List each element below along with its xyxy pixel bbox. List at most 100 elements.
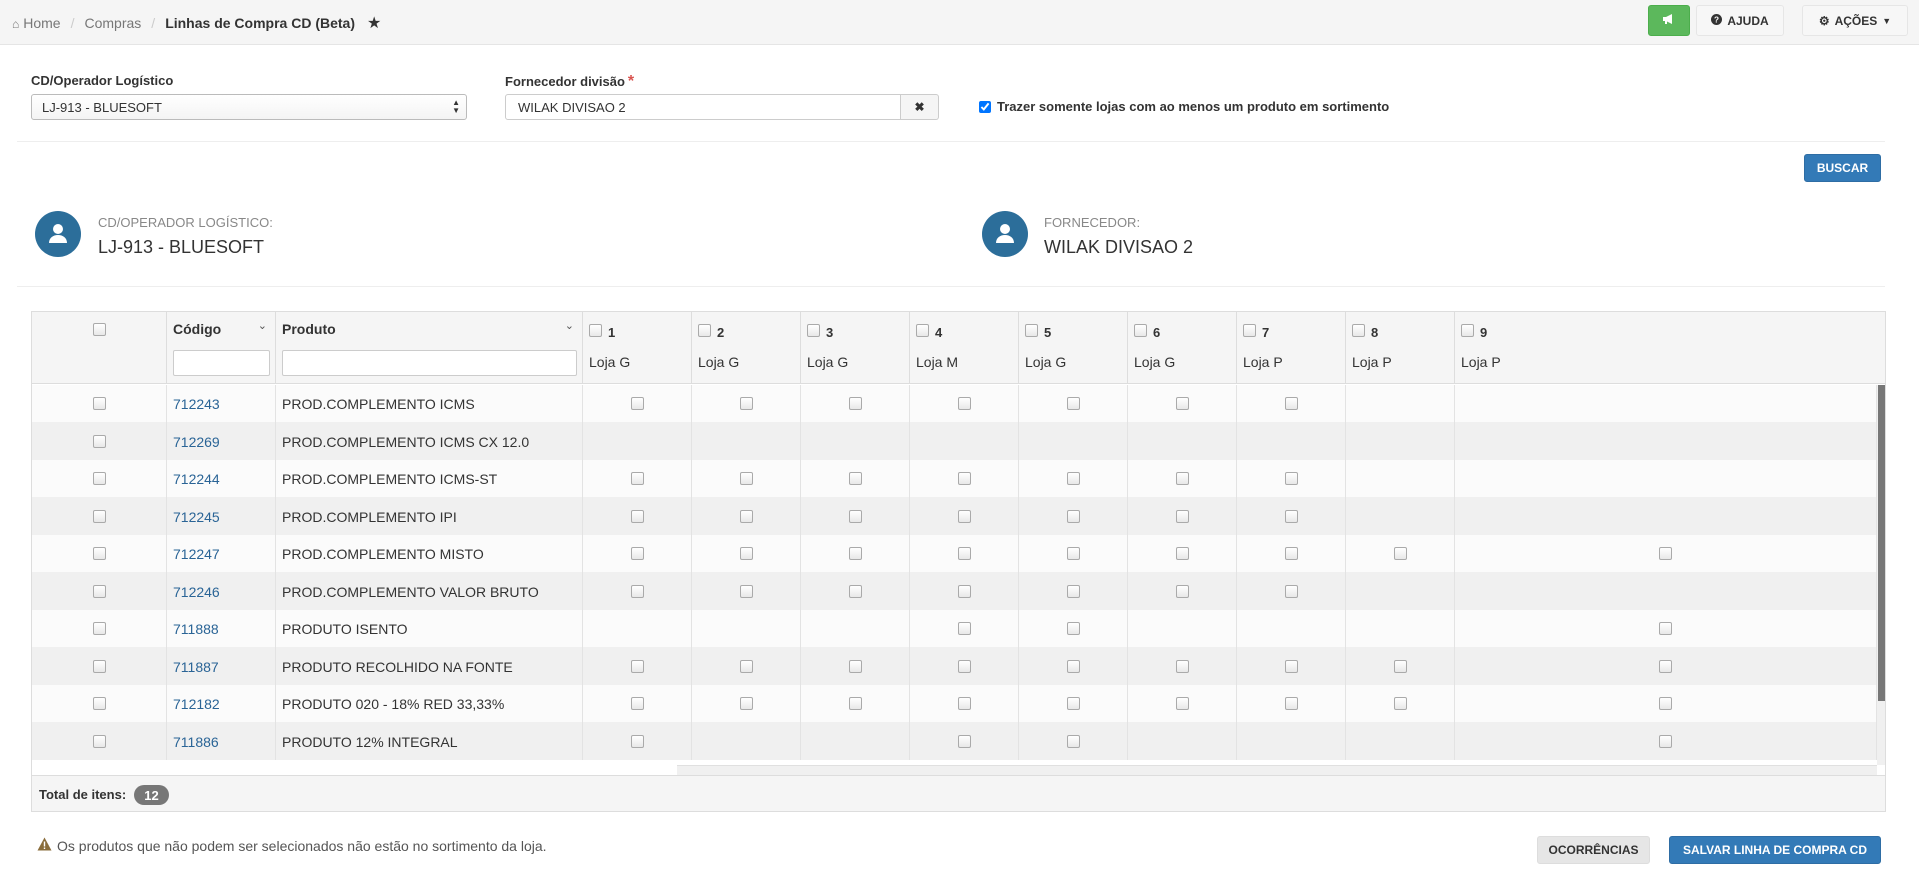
product-code-link[interactable]: 712247 [173, 546, 220, 562]
actions-dropdown-button[interactable]: ⚙ AÇÕES ▼ [1802, 5, 1908, 36]
store-product-checkbox[interactable] [849, 547, 862, 560]
store-product-checkbox[interactable] [1176, 697, 1189, 710]
announcement-button[interactable] [1648, 5, 1690, 36]
store-select-all-checkbox[interactable] [1134, 324, 1147, 337]
product-code-link[interactable]: 711886 [173, 734, 219, 750]
help-button[interactable]: ? AJUDA [1696, 5, 1784, 36]
supplier-input[interactable]: WILAK DIVISAO 2 [505, 94, 901, 120]
store-product-checkbox[interactable] [1285, 397, 1298, 410]
store-product-checkbox[interactable] [1659, 547, 1672, 560]
store-product-checkbox[interactable] [849, 472, 862, 485]
store-product-checkbox[interactable] [631, 734, 644, 748]
store-select-all-checkbox[interactable] [916, 324, 929, 337]
store-product-checkbox[interactable] [1285, 547, 1298, 560]
store-product-checkbox[interactable] [1067, 734, 1080, 748]
store-select-all-checkbox[interactable] [698, 324, 711, 337]
store-product-checkbox[interactable] [1067, 584, 1080, 598]
store-product-checkbox[interactable] [1176, 472, 1189, 485]
vertical-scrollbar[interactable] [1877, 385, 1885, 765]
store-product-checkbox[interactable] [1176, 509, 1189, 523]
row-select-checkbox[interactable] [93, 734, 106, 748]
product-filter-input[interactable] [282, 350, 577, 376]
store-product-checkbox[interactable] [740, 547, 753, 560]
store-product-checkbox[interactable] [631, 509, 644, 523]
only-stores-checkbox[interactable] [979, 100, 991, 113]
store-select-all-checkbox[interactable] [1025, 324, 1038, 337]
store-product-checkbox[interactable] [740, 397, 753, 410]
store-product-checkbox[interactable] [740, 697, 753, 710]
product-code-link[interactable]: 711888 [173, 621, 219, 637]
store-product-checkbox[interactable] [958, 734, 971, 748]
product-code-link[interactable]: 712269 [173, 434, 220, 450]
search-button[interactable]: BUSCAR [1804, 154, 1881, 182]
product-code-link[interactable]: 711887 [173, 659, 219, 675]
store-product-checkbox[interactable] [1394, 697, 1407, 710]
store-product-checkbox[interactable] [1067, 472, 1080, 485]
product-code-link[interactable]: 712246 [173, 584, 220, 600]
scroll-thumb[interactable] [1878, 385, 1885, 701]
row-select-checkbox[interactable] [93, 547, 106, 560]
product-code-link[interactable]: 712245 [173, 509, 220, 525]
occurrences-button[interactable]: OCORRÊNCIAS [1537, 836, 1650, 864]
store-product-checkbox[interactable] [1659, 622, 1672, 635]
product-code-link[interactable]: 712244 [173, 471, 220, 487]
store-product-checkbox[interactable] [631, 472, 644, 485]
store-product-checkbox[interactable] [849, 397, 862, 410]
store-product-checkbox[interactable] [1067, 697, 1080, 710]
row-select-checkbox[interactable] [93, 622, 106, 635]
clear-supplier-button[interactable]: ✖ [901, 94, 939, 120]
store-product-checkbox[interactable] [1285, 584, 1298, 598]
store-product-checkbox[interactable] [1285, 509, 1298, 523]
store-product-checkbox[interactable] [631, 397, 644, 410]
store-product-checkbox[interactable] [740, 659, 753, 673]
breadcrumb-home[interactable]: Home [23, 15, 60, 31]
row-select-checkbox[interactable] [93, 697, 106, 710]
store-select-all-checkbox[interactable] [1352, 324, 1365, 337]
code-column-header[interactable]: Código ⌄ [167, 312, 276, 384]
store-select-all-checkbox[interactable] [1461, 324, 1474, 337]
store-product-checkbox[interactable] [1067, 397, 1080, 410]
only-stores-option[interactable]: Trazer somente lojas com ao menos um pro… [979, 99, 1389, 114]
store-product-checkbox[interactable] [1067, 547, 1080, 560]
store-product-checkbox[interactable] [958, 697, 971, 710]
store-select-all-checkbox[interactable] [807, 324, 820, 337]
star-icon[interactable]: ★ [367, 15, 381, 32]
store-product-checkbox[interactable] [958, 397, 971, 410]
select-all-checkbox[interactable] [93, 323, 106, 336]
store-product-checkbox[interactable] [849, 584, 862, 598]
store-product-checkbox[interactable] [1285, 472, 1298, 485]
store-product-checkbox[interactable] [740, 509, 753, 523]
code-filter-input[interactable] [173, 350, 270, 376]
store-product-checkbox[interactable] [1067, 622, 1080, 635]
store-product-checkbox[interactable] [1285, 697, 1298, 710]
row-select-checkbox[interactable] [93, 659, 106, 673]
row-select-checkbox[interactable] [93, 397, 106, 410]
store-product-checkbox[interactable] [958, 659, 971, 673]
store-select-all-checkbox[interactable] [589, 324, 602, 337]
store-product-checkbox[interactable] [740, 584, 753, 598]
store-product-checkbox[interactable] [958, 472, 971, 485]
store-product-checkbox[interactable] [958, 584, 971, 598]
store-product-checkbox[interactable] [1067, 509, 1080, 523]
store-product-checkbox[interactable] [631, 697, 644, 710]
store-product-checkbox[interactable] [1176, 584, 1189, 598]
product-column-header[interactable]: Produto ⌄ [276, 312, 583, 384]
chevron-down-icon[interactable]: ⌄ [565, 319, 574, 332]
store-product-checkbox[interactable] [849, 509, 862, 523]
store-product-checkbox[interactable] [1067, 659, 1080, 673]
store-product-checkbox[interactable] [958, 509, 971, 523]
store-product-checkbox[interactable] [849, 659, 862, 673]
store-product-checkbox[interactable] [1659, 659, 1672, 673]
store-product-checkbox[interactable] [631, 659, 644, 673]
store-product-checkbox[interactable] [631, 547, 644, 560]
store-product-checkbox[interactable] [1659, 734, 1672, 748]
store-product-checkbox[interactable] [631, 584, 644, 598]
store-select-all-checkbox[interactable] [1243, 324, 1256, 337]
save-purchase-line-button[interactable]: SALVAR LINHA DE COMPRA CD [1669, 836, 1881, 864]
store-product-checkbox[interactable] [1285, 659, 1298, 673]
store-product-checkbox[interactable] [1176, 547, 1189, 560]
chevron-down-icon[interactable]: ⌄ [258, 319, 267, 332]
breadcrumb-compras[interactable]: Compras [85, 15, 142, 31]
row-select-checkbox[interactable] [93, 472, 106, 485]
store-product-checkbox[interactable] [1394, 547, 1407, 560]
